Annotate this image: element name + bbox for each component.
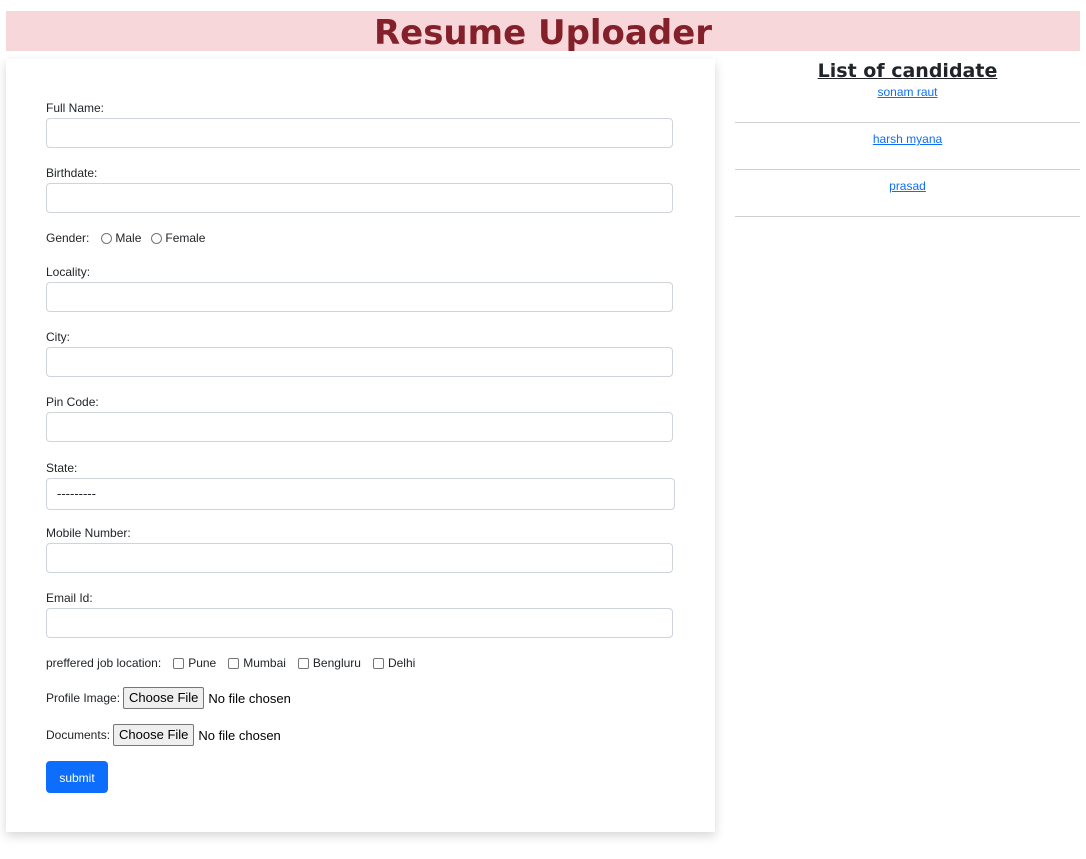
documents-choose-file-button[interactable]: Choose File	[113, 724, 195, 746]
gender-female-option[interactable]: Female	[151, 231, 205, 245]
profile-image-file-status: No file chosen	[208, 690, 291, 706]
profile-image-label: Profile Image:	[46, 691, 121, 705]
full-name-input[interactable]	[46, 118, 673, 148]
resume-form: Full Name: Birthdate: Gender: Male Femal…	[6, 59, 715, 832]
documents-row: Documents: Choose File No file chosen	[46, 724, 281, 746]
profile-image-row: Profile Image: Choose File No file chose…	[46, 687, 291, 709]
bengluru-checkbox[interactable]	[297, 657, 309, 669]
job-location-label: preffered job location:	[46, 656, 162, 670]
mobile-number-label: Mobile Number:	[46, 526, 131, 540]
email-input[interactable]	[46, 608, 673, 638]
city-label: City:	[46, 330, 70, 344]
city-input[interactable]	[46, 347, 673, 377]
locality-label: Locality:	[46, 265, 91, 279]
gender-female-label: Female	[165, 231, 206, 245]
candidate-list: sonam raut harsh myana prasad	[735, 83, 1080, 217]
job-location-mumbai-option[interactable]: Mumbai	[228, 656, 286, 670]
candidate-link[interactable]: harsh myana	[873, 132, 942, 146]
job-location-pune-option[interactable]: Pune	[173, 656, 216, 670]
state-select[interactable]: ---------	[46, 478, 675, 510]
gender-male-radio[interactable]	[101, 232, 113, 244]
bengluru-label: Bengluru	[312, 656, 361, 670]
birthdate-label: Birthdate:	[46, 166, 98, 180]
gender-male-label: Male	[115, 231, 142, 245]
documents-file-status: No file chosen	[198, 727, 281, 743]
mobile-number-input[interactable]	[46, 543, 673, 573]
pune-label: Pune	[188, 656, 217, 670]
documents-label: Documents:	[46, 728, 111, 742]
list-item: prasad	[735, 170, 1080, 217]
candidate-link[interactable]: prasad	[889, 179, 926, 193]
candidate-list-title: List of candidate	[817, 60, 998, 82]
gender-male-option[interactable]: Male	[101, 231, 141, 245]
list-item: sonam raut	[735, 83, 1080, 123]
state-label: State:	[46, 461, 78, 475]
gender-row: Gender: Male Female	[46, 231, 205, 245]
pin-code-input[interactable]	[46, 412, 673, 442]
page-header: Resume Uploader	[6, 11, 1080, 53]
locality-input[interactable]	[46, 282, 673, 312]
delhi-label: Delhi	[387, 656, 416, 670]
profile-image-choose-file-button[interactable]: Choose File	[123, 687, 205, 709]
gender-label: Gender:	[46, 231, 90, 245]
job-location-row: preffered job location: Pune Mumbai Beng…	[46, 656, 415, 670]
full-name-label: Full Name:	[46, 101, 105, 115]
job-location-bengluru-option[interactable]: Bengluru	[297, 656, 361, 670]
job-location-delhi-option[interactable]: Delhi	[372, 656, 416, 670]
pin-code-label: Pin Code:	[46, 395, 99, 409]
candidate-panel: List of candidate sonam raut harsh myana…	[735, 59, 1080, 217]
page-title: Resume Uploader	[373, 13, 713, 53]
candidate-link[interactable]: sonam raut	[877, 85, 937, 99]
pune-checkbox[interactable]	[173, 657, 185, 669]
gender-female-radio[interactable]	[151, 232, 163, 244]
birthdate-input[interactable]	[46, 183, 673, 213]
mumbai-checkbox[interactable]	[228, 657, 240, 669]
delhi-checkbox[interactable]	[372, 657, 384, 669]
mumbai-label: Mumbai	[243, 656, 286, 670]
email-label: Email Id:	[46, 591, 93, 605]
list-item: harsh myana	[735, 123, 1080, 170]
submit-button[interactable]: submit	[46, 761, 108, 793]
